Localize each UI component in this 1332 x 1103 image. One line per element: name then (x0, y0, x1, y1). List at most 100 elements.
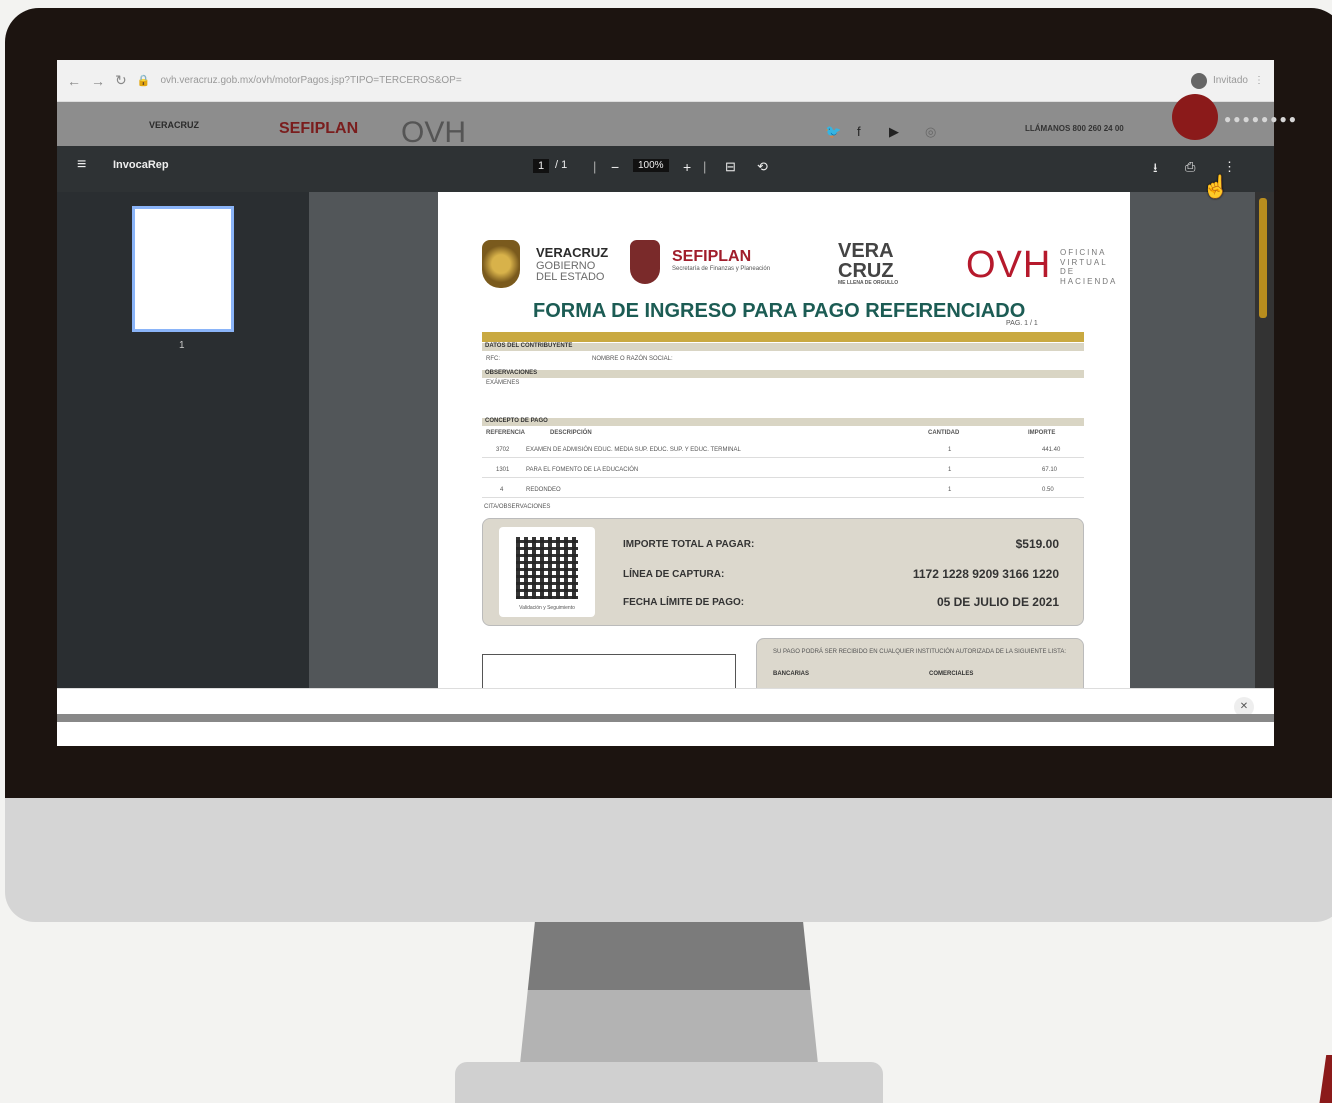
avatar-icon (1190, 72, 1207, 89)
reload-icon[interactable]: ↻ (115, 72, 127, 89)
footer-note: CITA/OBSERVACIONES (484, 504, 551, 510)
zoom-out-icon[interactable]: − (611, 159, 619, 175)
bank-col-comerciales: COMERCIALES (929, 671, 974, 677)
monitor-stand-neck (520, 922, 818, 1064)
zoom-input[interactable]: 100% (633, 159, 669, 172)
importe-total-label: IMPORTE TOTAL A PAGAR: (623, 539, 755, 550)
sefiplan-subtext: Secretaría de Finanzas y Planeación (672, 266, 771, 272)
back-icon[interactable]: ← (67, 73, 81, 89)
veracruz-line3: DEL ESTADO (536, 271, 605, 284)
thumbnail-sidebar: 1 (57, 192, 309, 688)
pdf-page: VERACRUZ GOBIERNO DEL ESTADO SEFIPLAN Se… (438, 192, 1130, 688)
veracruz-gobierno-logo: VERACRUZ GOBIERNO DEL ESTADO (536, 246, 608, 284)
linea-captura-label: LÍNEA DE CAPTURA: (623, 569, 725, 580)
pdf-toolbar: ≡ InvocaRep 1 / 1 | − 100% + | ⊟ ⟲ ⭳ ⎙ ⋮ (57, 146, 1274, 192)
site-logo-ovh[interactable]: OVH (401, 116, 466, 150)
sefiplan-logo: SEFIPLAN Secretaría de Finanzas y Planea… (672, 248, 770, 272)
cruz-text: CRUZ (838, 260, 894, 282)
lock-icon: 🔒 (136, 75, 151, 87)
veracruz-line2: GOBIERNO (536, 259, 596, 272)
monitor-chin (5, 798, 1332, 922)
col-descripcion: DESCRIPCIÓN (550, 430, 592, 436)
profile-label: Invitado (1212, 75, 1248, 86)
more-options-icon[interactable]: ⋮ (1223, 159, 1236, 175)
row-amount: 441.40 (1042, 447, 1061, 453)
row-ref: 4 (500, 487, 504, 493)
section-observaciones: OBSERVACIONES (482, 370, 1084, 378)
col-referencia: REFERENCIA (486, 430, 526, 436)
thumbnail-page-number: 1 (179, 340, 185, 351)
page-label: PAG. 1 / 1 (1006, 320, 1038, 327)
zoom-in-icon[interactable]: + (683, 159, 691, 175)
browser-menu-icon[interactable]: ⋮ (1254, 75, 1264, 86)
profile-button[interactable]: Invitado ⋮ (1190, 72, 1264, 89)
signature-box (482, 654, 736, 688)
contact-text: LLÁMANOS 800 260 24 00 (1025, 124, 1124, 133)
importe-total-value: $519.00 (1015, 537, 1059, 551)
monitor-screen: ← → ↻ 🔒 ovh.veracruz.gob.mx/ovh/motorPag… (57, 60, 1274, 746)
fecha-limite-value: 05 DE JULIO DE 2021 (936, 595, 1059, 609)
nombre-label: NOMBRE O RAZÓN SOCIAL: (592, 356, 673, 362)
sidebar-menu-icon[interactable]: ≡ (77, 156, 86, 174)
vera-text: VERA (838, 240, 894, 262)
site-logo-sefiplan[interactable]: SEFIPLAN (279, 120, 358, 138)
qr-code: Validación y Seguimiento (499, 527, 595, 617)
row-amount: 67.10 (1042, 467, 1058, 473)
row-qty: 1 (948, 467, 952, 473)
row-desc: PARA EL FOMENTO DE LA EDUCACIÓN (526, 467, 639, 473)
vera-cruz-logo: VERA CRUZ ME LLENA DE ORGULLO (838, 241, 898, 286)
youtube-icon[interactable]: ▶ (889, 124, 899, 140)
row-qty: 1 (948, 487, 952, 493)
bank-col-bancarias: BANCARIAS (773, 671, 809, 677)
instagram-icon[interactable]: ◎ (925, 124, 936, 140)
row-desc: EXAMEN DE ADMISIÓN EDUC. MEDIA SUP. EDUC… (526, 447, 741, 453)
document-logos: VERACRUZ GOBIERNO DEL ESTADO SEFIPLAN Se… (482, 236, 1115, 296)
fit-page-icon[interactable]: ⊟ (725, 159, 736, 175)
observaciones-value: EXÁMENES (486, 380, 520, 386)
row-amount: 0.50 (1042, 487, 1054, 493)
site-header: VERACRUZ SEFIPLAN OVH 🐦 f ▶ ◎ LLÁMANOS 8… (57, 102, 1274, 149)
qr-caption: Validación y Seguimiento (519, 605, 575, 611)
bottom-strip (57, 714, 1274, 722)
vera-subtext: ME LLENA DE ORGULLO (838, 280, 899, 286)
scrollbar[interactable] (1259, 198, 1267, 318)
ovh-sub-3: HACIENDA (1060, 276, 1118, 286)
facebook-icon[interactable]: f (857, 124, 861, 139)
row-desc: REDONDEO (526, 487, 561, 493)
url-input[interactable]: ovh.veracruz.gob.mx/ovh/motorPagos.jsp?T… (160, 75, 461, 86)
linea-captura-value: 1172 1228 9209 3166 1220 (912, 567, 1059, 581)
qr-code-icon (516, 537, 578, 599)
veracruz-line1: VERACRUZ (536, 245, 609, 260)
section-concepto: CONCEPTO DE PAGO (482, 418, 1084, 426)
page-divider: | (593, 159, 597, 174)
rfc-label: RFC: (486, 356, 500, 362)
rotate-icon[interactable]: ⟲ (757, 159, 768, 175)
twitter-icon[interactable]: 🐦 (825, 124, 841, 140)
ovh-sub-1: OFICINA (1060, 248, 1107, 257)
col-importe: IMPORTE (1028, 430, 1056, 436)
corner-accent (1317, 1055, 1332, 1103)
print-icon[interactable]: ⎙ (1185, 159, 1195, 175)
table-row: 1301 PARA EL FOMENTO DE LA EDUCACIÓN 1 6… (482, 462, 1084, 478)
site-logo-veracruz[interactable]: VERACRUZ (149, 120, 199, 130)
ovh-sub-2: VIRTUAL DE (1060, 257, 1108, 277)
hand-cursor-icon: ☝ (1202, 174, 1230, 199)
table-row: 4 REDONDEO 1 0.50 (482, 482, 1084, 498)
browser-address-bar: ← → ↻ 🔒 ovh.veracruz.gob.mx/ovh/motorPag… (57, 60, 1274, 102)
monitor-stand-base (455, 1062, 883, 1103)
step-marker-dots: ●●●●●●●● (1224, 112, 1298, 126)
row-ref: 1301 (496, 467, 510, 473)
veracruz-shield-icon (482, 240, 520, 288)
page-total: / 1 (555, 159, 568, 171)
ovh-logo: OVH (966, 244, 1052, 286)
pdf-document-title: InvocaRep (113, 159, 169, 171)
download-icon[interactable]: ⭳ (1153, 159, 1158, 181)
page-thumbnail[interactable] (132, 206, 234, 332)
section-contribuyente: DATOS DEL CONTRIBUYENTE (482, 343, 1084, 351)
step-marker-dot (1172, 94, 1218, 140)
fecha-limite-label: FECHA LÍMITE DE PAGO: (623, 597, 745, 608)
form-title: FORMA DE INGRESO PARA PAGO REFERENCIADO (533, 300, 1026, 322)
page-number-input[interactable]: 1 (533, 159, 550, 173)
payment-summary-box: Validación y Seguimiento IMPORTE TOTAL A… (482, 518, 1084, 626)
forward-icon[interactable]: → (91, 73, 105, 89)
